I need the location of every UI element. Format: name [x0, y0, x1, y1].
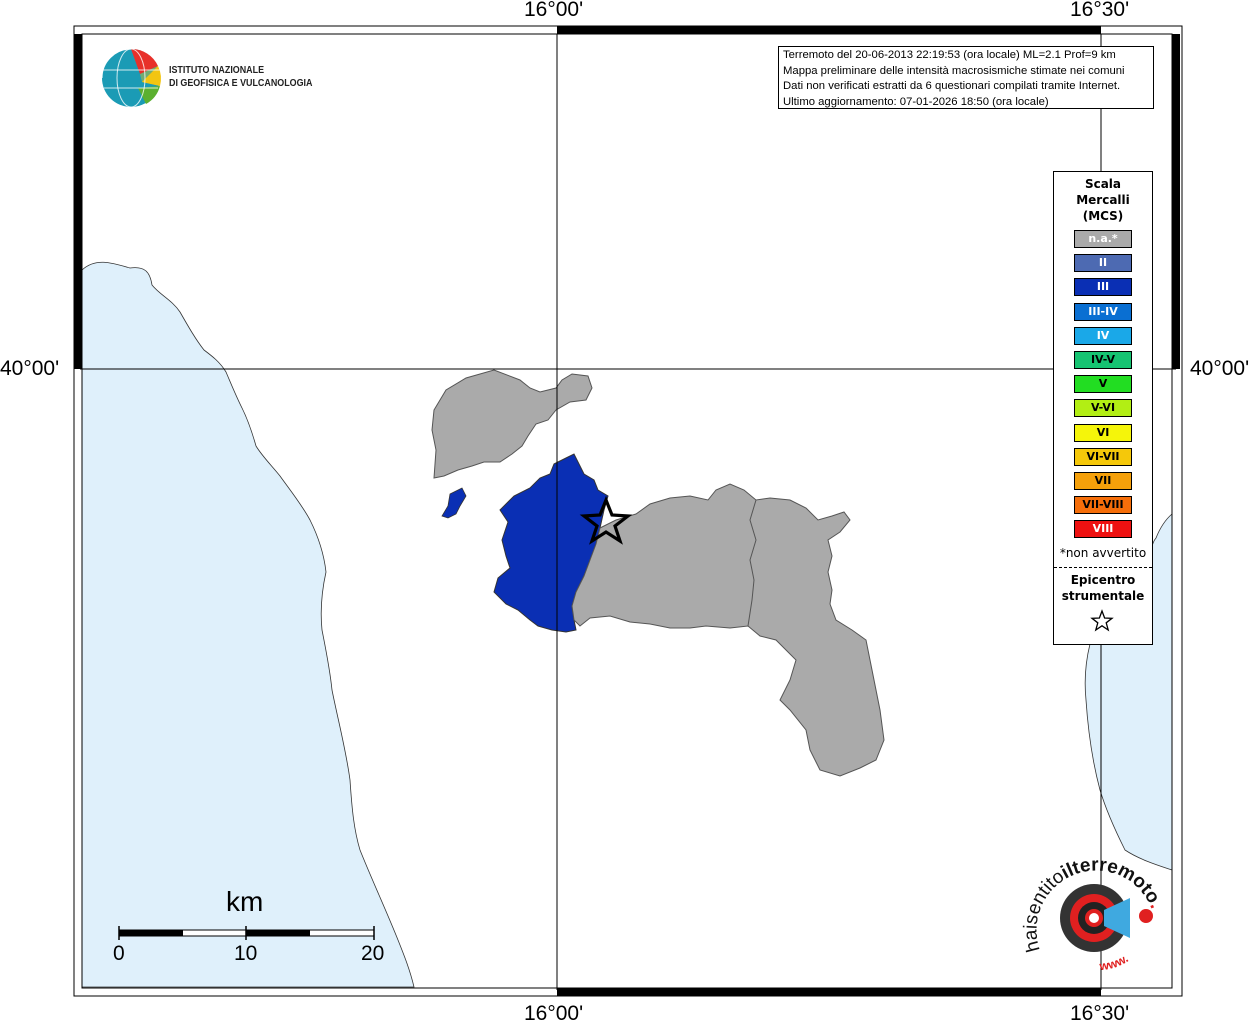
ingv-logo-text: ISTITUTO NAZIONALE DI GEOFISICA E VULCAN…: [169, 64, 312, 90]
legend-item: VII-VIII: [1074, 496, 1132, 515]
mcs-legend: Scala Mercalli (MCS) n.a.* II III III-IV IV I…: [1053, 171, 1153, 645]
legend-item: IV: [1074, 326, 1132, 345]
lon-label-top-16-00: 16°00': [524, 0, 584, 21]
legend-item: n.a.*: [1074, 230, 1132, 248]
legend-item: V: [1074, 375, 1132, 394]
lon-label-top-16-30: 16°30': [1070, 0, 1130, 21]
frame-bar-left: [74, 34, 82, 369]
legend-title-line1: Scala: [1084, 177, 1122, 191]
scale-bar-unit: km: [226, 886, 264, 917]
legend-title-line3: (MCS): [1082, 209, 1124, 223]
legend-item: IV-V: [1074, 351, 1132, 369]
legend-not-felt-note: *non avvertito: [1059, 546, 1147, 560]
legend-item: VI-VII: [1074, 447, 1132, 466]
sea-area-west: [81, 261, 415, 988]
haisentito-brand-text: haisentitoilterremoto.it www.: [1020, 850, 1167, 973]
legend-item: III-IV: [1074, 302, 1132, 321]
brand-text-4: www.: [1098, 951, 1131, 973]
svg-text:haisentitoilterremoto.it: haisentitoilterremoto.it: [1020, 850, 1167, 954]
legend-epicenter-label: Epicentro strumentale: [1054, 572, 1152, 604]
municipality-not-felt-east: [571, 483, 885, 777]
legend-item: VII: [1074, 472, 1132, 490]
frame-bar-top: [557, 26, 1101, 34]
legend-separator: [1054, 567, 1152, 568]
lat-label-left: 40°00': [0, 357, 60, 380]
ingv-logo-line1: ISTITUTO NAZIONALE: [169, 64, 265, 76]
scale-bar-tick-20: 20: [361, 942, 385, 965]
legend-item: VI: [1074, 423, 1132, 442]
legend-star-icon: [1090, 609, 1114, 632]
frame-bar-bottom: [557, 988, 1101, 996]
legend-epicenter-line1: Epicentro: [1070, 573, 1136, 587]
event-info-line1: Terremoto del 20-06-2013 22:19:53 (ora l…: [783, 49, 1116, 61]
scale-bar-tick-10: 10: [234, 942, 258, 965]
event-info-box: Terremoto del 20-06-2013 22:19:53 (ora l…: [778, 46, 1154, 109]
ingv-logo-icon: [101, 48, 161, 108]
legend-item: II: [1074, 254, 1132, 273]
event-info-line4: Ultimo aggiornamento: 07-01-2026 18:50 (…: [783, 95, 1049, 108]
frame-bar-right: [1172, 34, 1180, 369]
brand-text-1: haisentito: [1020, 866, 1068, 954]
legend-item: VIII: [1074, 520, 1132, 539]
legend-item: V-VI: [1074, 399, 1132, 418]
legend-title: Scala Mercalli (MCS): [1054, 176, 1152, 224]
lon-label-bottom-16-30: 16°30': [1070, 1002, 1130, 1025]
legend-title-line2: Mercalli: [1076, 193, 1130, 207]
event-info-line3: Dati non verificati estratti da 6 questi…: [783, 80, 1121, 92]
event-info-line2: Mappa preliminare delle intensità macros…: [783, 64, 1125, 77]
svg-text:www.: www.: [1098, 951, 1131, 973]
ingv-logo-line2: DI GEOFISICA E VULCANOLOGIA: [169, 77, 313, 89]
brand-text-2: ilterremoto: [1058, 854, 1164, 907]
legend-epicenter-line2: strumentale: [1061, 589, 1145, 603]
lon-label-bottom-16-00: 16°00': [524, 1002, 584, 1025]
scale-bar-tick-0: 0: [113, 942, 125, 965]
lat-label-right: 40°00': [1190, 357, 1250, 380]
municipality-III-islet: [441, 487, 467, 519]
legend-item: III: [1074, 278, 1132, 297]
